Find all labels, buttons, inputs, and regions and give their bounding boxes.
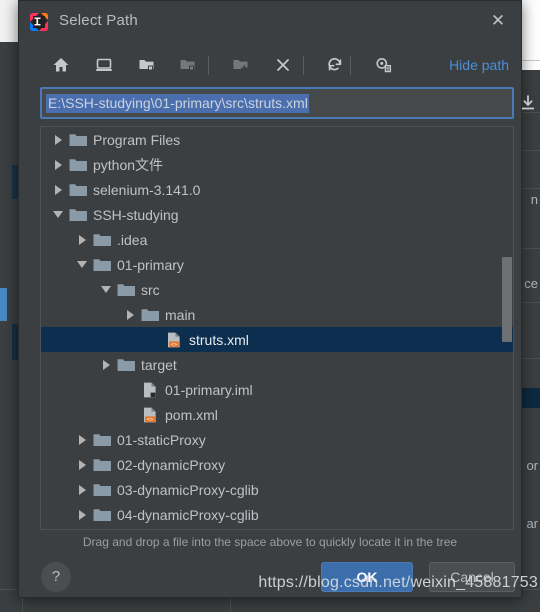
show-hidden-icon[interactable] xyxy=(369,51,397,79)
chevron-right-icon[interactable] xyxy=(119,309,141,320)
folder-icon xyxy=(93,257,111,273)
folder-icon xyxy=(69,182,87,198)
tree-row-label: struts.xml xyxy=(189,331,249,348)
tree-row[interactable]: SSH-studying xyxy=(41,202,513,227)
desktop-icon[interactable] xyxy=(90,51,118,79)
tree-row-label: 01-primary.iml xyxy=(165,381,253,398)
dialog-title: Select Path xyxy=(59,12,138,29)
tree-row-label: .idea xyxy=(117,231,148,248)
tree-row[interactable]: .idea xyxy=(41,227,513,252)
dialog-titlebar: Select Path ✕ xyxy=(19,1,521,43)
tree-row-label: 03-dynamicProxy-cglib xyxy=(117,481,259,498)
path-input[interactable]: E:\SSH-studying\01-primary\src\struts.xm… xyxy=(40,87,514,119)
folder-icon xyxy=(69,132,87,148)
folder-icon xyxy=(93,482,111,498)
tree-row[interactable]: selenium-3.141.0 xyxy=(41,177,513,202)
bg-left-active-tab xyxy=(0,288,7,321)
tree-row[interactable]: python文件 xyxy=(41,152,513,177)
folder-icon xyxy=(69,207,87,223)
tree-row[interactable]: target xyxy=(41,352,513,377)
tree-row[interactable]: 01-staticProxy xyxy=(41,427,513,452)
watermark: https://blog.csdn.net/weixin_45881753 xyxy=(258,574,538,591)
chevron-down-icon[interactable] xyxy=(47,211,69,218)
tree-vertical-scrollbar[interactable] xyxy=(502,257,512,342)
hide-path-link[interactable]: Hide path xyxy=(449,57,509,73)
chevron-right-icon[interactable] xyxy=(71,434,93,445)
toolbar-separator xyxy=(208,56,209,75)
folder-icon xyxy=(93,457,111,473)
tree-row-label: selenium-3.141.0 xyxy=(93,181,201,198)
bg-text-fragment: ar xyxy=(526,516,538,531)
tree-row[interactable]: 04-dynamicProxy-cglib xyxy=(41,502,513,527)
svg-text:<>: <> xyxy=(171,342,178,348)
tree-row[interactable]: 02-dynamicProxy xyxy=(41,452,513,477)
folder-icon xyxy=(93,432,111,448)
tree-row[interactable]: <> struts.xml xyxy=(41,327,513,352)
tree-row-label: pom.xml xyxy=(165,406,218,423)
collapse-folder-icon xyxy=(174,51,202,79)
delete-icon[interactable] xyxy=(269,51,297,79)
svg-text:<>: <> xyxy=(147,417,154,423)
tree-row-label: target xyxy=(141,356,177,373)
folder-icon xyxy=(141,307,159,323)
folder-icon xyxy=(117,282,135,298)
toolbar-separator xyxy=(303,56,304,75)
toolbar-separator xyxy=(350,56,351,75)
folder-icon xyxy=(69,157,87,173)
chevron-right-icon[interactable] xyxy=(47,159,69,170)
drag-drop-hint: Drag and drop a file into the space abov… xyxy=(82,535,458,549)
chevron-right-icon[interactable] xyxy=(47,134,69,145)
select-path-dialog: Select Path ✕ Hide path E:\SSH-studying\… xyxy=(18,0,534,598)
tree-row-label: 04-dynamicProxy-cglib xyxy=(117,506,259,523)
bg-text-fragment: n xyxy=(530,192,538,207)
chevron-right-icon[interactable] xyxy=(71,459,93,470)
tree-row[interactable]: Program Files xyxy=(41,127,513,152)
xml-file-icon: <> xyxy=(165,332,183,348)
iml-file-icon xyxy=(141,382,159,398)
folder-icon xyxy=(93,232,111,248)
chevron-down-icon[interactable] xyxy=(71,261,93,268)
directory-tree[interactable]: Program Files python文件 selenium-3.141.0 SSH… xyxy=(40,126,514,530)
download-icon[interactable] xyxy=(519,94,537,112)
tree-row[interactable]: 01-primary xyxy=(41,252,513,277)
bg-text-fragment: or xyxy=(526,458,538,473)
chevron-right-icon[interactable] xyxy=(95,359,117,370)
dialog-toolbar: Hide path xyxy=(19,45,521,85)
tree-row-label: SSH-studying xyxy=(93,206,179,223)
path-input-value: E:\SSH-studying\01-primary\src\struts.xm… xyxy=(46,94,309,113)
bg-text-fragment: ce xyxy=(524,276,538,291)
tree-row[interactable]: 03-dynamicProxy-cglib xyxy=(41,477,513,502)
close-icon[interactable]: ✕ xyxy=(485,9,511,33)
tree-row-label: src xyxy=(141,281,160,298)
tree-row-label: Program Files xyxy=(93,131,181,148)
intellij-idea-logo-icon xyxy=(29,12,49,32)
help-button[interactable]: ? xyxy=(41,562,71,592)
tree-row-label: 01-staticProxy xyxy=(117,431,206,448)
home-icon[interactable] xyxy=(47,51,75,79)
chevron-right-icon[interactable] xyxy=(47,184,69,195)
tree-row[interactable]: <> pom.xml xyxy=(41,402,513,427)
chevron-down-icon[interactable] xyxy=(95,286,117,293)
folder-icon xyxy=(117,357,135,373)
new-folder-icon xyxy=(227,51,255,79)
tree-row[interactable]: main xyxy=(41,302,513,327)
tree-row-label: python文件 xyxy=(93,156,164,173)
folder-icon xyxy=(93,507,111,523)
tree-row-label: 01-primary xyxy=(117,256,184,273)
path-field-row: E:\SSH-studying\01-primary\src\struts.xm… xyxy=(19,87,534,121)
chevron-right-icon[interactable] xyxy=(71,484,93,495)
tree-row-label: main xyxy=(165,306,196,323)
tree-row[interactable]: 01-primary.iml xyxy=(41,377,513,402)
chevron-right-icon[interactable] xyxy=(71,509,93,520)
tree-row-label: 02-dynamicProxy xyxy=(117,456,226,473)
tree-row[interactable]: src xyxy=(41,277,513,302)
refresh-icon[interactable] xyxy=(321,51,349,79)
expand-folder-icon[interactable] xyxy=(133,51,161,79)
chevron-right-icon[interactable] xyxy=(71,234,93,245)
xml-file-icon: <> xyxy=(141,407,159,423)
